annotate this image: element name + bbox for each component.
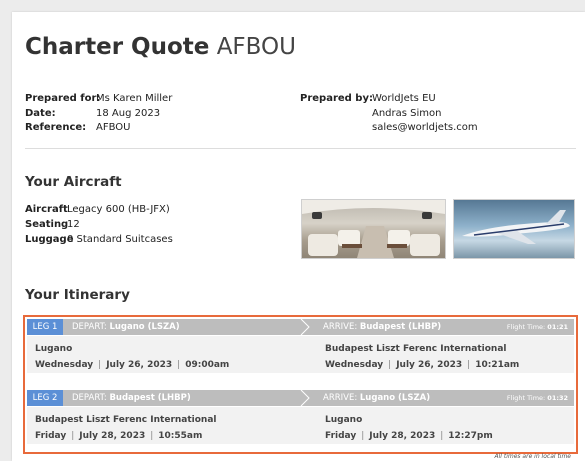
detail-value: 12 [67, 219, 80, 230]
arrival-airport-name: Budapest Liszt Ferenc International [325, 344, 507, 354]
date-row: Date: 18 Aug 2023 [25, 107, 172, 122]
arrive-airport: Budapest (LHBP) [359, 322, 442, 332]
cabin-interior-photo[interactable] [301, 199, 446, 259]
meta-label: Date: [25, 107, 56, 119]
arrival-day: Wednesday [325, 360, 384, 370]
arrival-column: Budapest Liszt Ferenc International Wedn… [325, 341, 519, 373]
separator: | [150, 431, 154, 441]
flight-time-value: 01:32 [547, 394, 568, 402]
detail-value: Legacy 600 (HB-JFX) [67, 204, 170, 215]
departure-day: Friday [35, 431, 67, 441]
arrival-time: 10:21am [475, 360, 520, 370]
email-link[interactable]: sales@worldjets.com [372, 121, 478, 136]
prepared-for-block: Prepared for: Ms Karen Miller Date: 18 A… [25, 92, 172, 136]
departure-date: July 26, 2023 [106, 360, 173, 370]
aircraft-exterior-photo[interactable] [453, 199, 575, 259]
detail-label: Luggage [25, 234, 74, 245]
quote-code: AFBOU [216, 34, 296, 60]
arrival-airport-name: Lugano [325, 415, 363, 425]
departure-date: July 28, 2023 [79, 431, 146, 441]
seating-row: Seating 12 [25, 217, 173, 232]
flight-time-value: 01:21 [547, 323, 568, 331]
arrive-info: ARRIVE: Budapest (LHBP) [323, 319, 441, 335]
luggage-row: Luggage 0 Standard Suitcases [25, 232, 173, 247]
leg-badge: LEG 1 [27, 319, 63, 335]
departure-time: 09:00am [185, 360, 230, 370]
flight-time-label: Flight Time: [506, 323, 546, 331]
departure-datetime: Wednesday | July 26, 2023 | 09:00am [35, 357, 229, 373]
meta-value: 18 Aug 2023 [96, 107, 161, 119]
arrival-column: Lugano Friday | July 28, 2023 | 12:27pm [325, 412, 493, 444]
chevron-right-icon [300, 390, 310, 406]
aircraft-heading: Your Aircraft [25, 174, 122, 190]
arrive-label: ARRIVE: [323, 322, 358, 332]
departure-column: Budapest Liszt Ferenc International Frid… [35, 412, 217, 444]
itinerary-heading: Your Itinerary [25, 287, 130, 303]
itinerary-table: LEG 1 DEPART: Lugano (LSZA) ARRIVE: Buda… [23, 315, 578, 454]
aircraft-details: Aircraft Legacy 600 (HB-JFX) Seating 12 … [25, 202, 173, 247]
separator: | [467, 360, 471, 370]
departure-airport-name: Budapest Liszt Ferenc International [35, 415, 217, 425]
depart-info: DEPART: Lugano (LSZA) [72, 319, 180, 335]
leg-header: LEG 1 DEPART: Lugano (LSZA) ARRIVE: Buda… [27, 319, 574, 335]
reference-row: Reference: AFBOU [25, 121, 172, 136]
separator: | [361, 431, 365, 441]
separator: | [71, 431, 75, 441]
meta-label: Reference: [25, 122, 87, 133]
prepared-by-block: Prepared by: WorldJets EU Andras Simon s… [300, 92, 478, 136]
prepared-by-row: Prepared by: WorldJets EU [300, 92, 478, 107]
depart-airport: Budapest (LHBP) [109, 393, 191, 403]
arrival-day: Friday [325, 431, 357, 441]
depart-airport: Lugano (LSZA) [109, 322, 180, 332]
leg-details: Lugano Wednesday | July 26, 2023 | 09:00am B… [27, 336, 574, 373]
local-time-footnote: All times are in local time [494, 453, 572, 460]
divider [25, 148, 576, 149]
meta-value: Andras Simon [372, 107, 442, 119]
page-title: Charter Quote AFBOU [25, 34, 296, 60]
departure-column: Lugano Wednesday | July 26, 2023 | 09:00am [35, 341, 229, 373]
meta-value: WorldJets EU [372, 93, 436, 104]
departure-airport-name: Lugano [35, 344, 73, 354]
arrival-datetime: Wednesday | July 26, 2023 | 10:21am [325, 357, 519, 373]
arrive-info: ARRIVE: Lugano (LSZA) [323, 390, 430, 406]
leg-details: Budapest Liszt Ferenc International Frid… [27, 407, 574, 444]
arrival-time: 12:27pm [448, 431, 493, 441]
chevron-right-icon [300, 319, 310, 335]
flight-time: Flight Time: 01:32 [507, 390, 568, 406]
arrive-label: ARRIVE: [323, 393, 358, 403]
detail-label: Aircraft [25, 204, 68, 215]
flight-time: Flight Time: 01:21 [507, 319, 568, 335]
quote-document: Charter Quote AFBOU Prepared for: Ms Kar… [12, 12, 585, 461]
aircraft-row: Aircraft Legacy 600 (HB-JFX) [25, 202, 173, 217]
departure-time: 10:55am [158, 431, 203, 441]
separator: | [440, 431, 444, 441]
separator: | [98, 360, 102, 370]
arrive-airport: Lugano (LSZA) [359, 393, 431, 403]
flight-time-label: Flight Time: [506, 394, 546, 402]
separator: | [177, 360, 181, 370]
arrival-date: July 26, 2023 [396, 360, 463, 370]
leg-header: LEG 2 DEPART: Budapest (LHBP) ARRIVE: Lu… [27, 390, 574, 406]
meta-value: AFBOU [96, 122, 131, 133]
prepared-for-row: Prepared for: Ms Karen Miller [25, 92, 172, 107]
depart-info: DEPART: Budapest (LHBP) [72, 390, 191, 406]
agent-email-row: sales@worldjets.com [300, 121, 478, 136]
title-text: Charter Quote [25, 34, 210, 60]
agent-name-row: Andras Simon [300, 107, 478, 122]
jet-illustration [462, 210, 570, 244]
detail-label: Seating [25, 219, 69, 230]
separator: | [388, 360, 392, 370]
cabin-interior-illustration [302, 200, 445, 258]
departure-day: Wednesday [35, 360, 94, 370]
arrival-date: July 28, 2023 [369, 431, 436, 441]
detail-value: 0 Standard Suitcases [67, 234, 173, 245]
arrival-datetime: Friday | July 28, 2023 | 12:27pm [325, 428, 493, 444]
meta-value: Ms Karen Miller [96, 93, 173, 104]
meta-label: Prepared by: [300, 93, 373, 104]
meta-label: Prepared for: [25, 93, 101, 104]
departure-datetime: Friday | July 28, 2023 | 10:55am [35, 428, 217, 444]
leg-badge: LEG 2 [27, 390, 63, 406]
depart-label: DEPART: [72, 393, 107, 403]
depart-label: DEPART: [72, 322, 107, 332]
